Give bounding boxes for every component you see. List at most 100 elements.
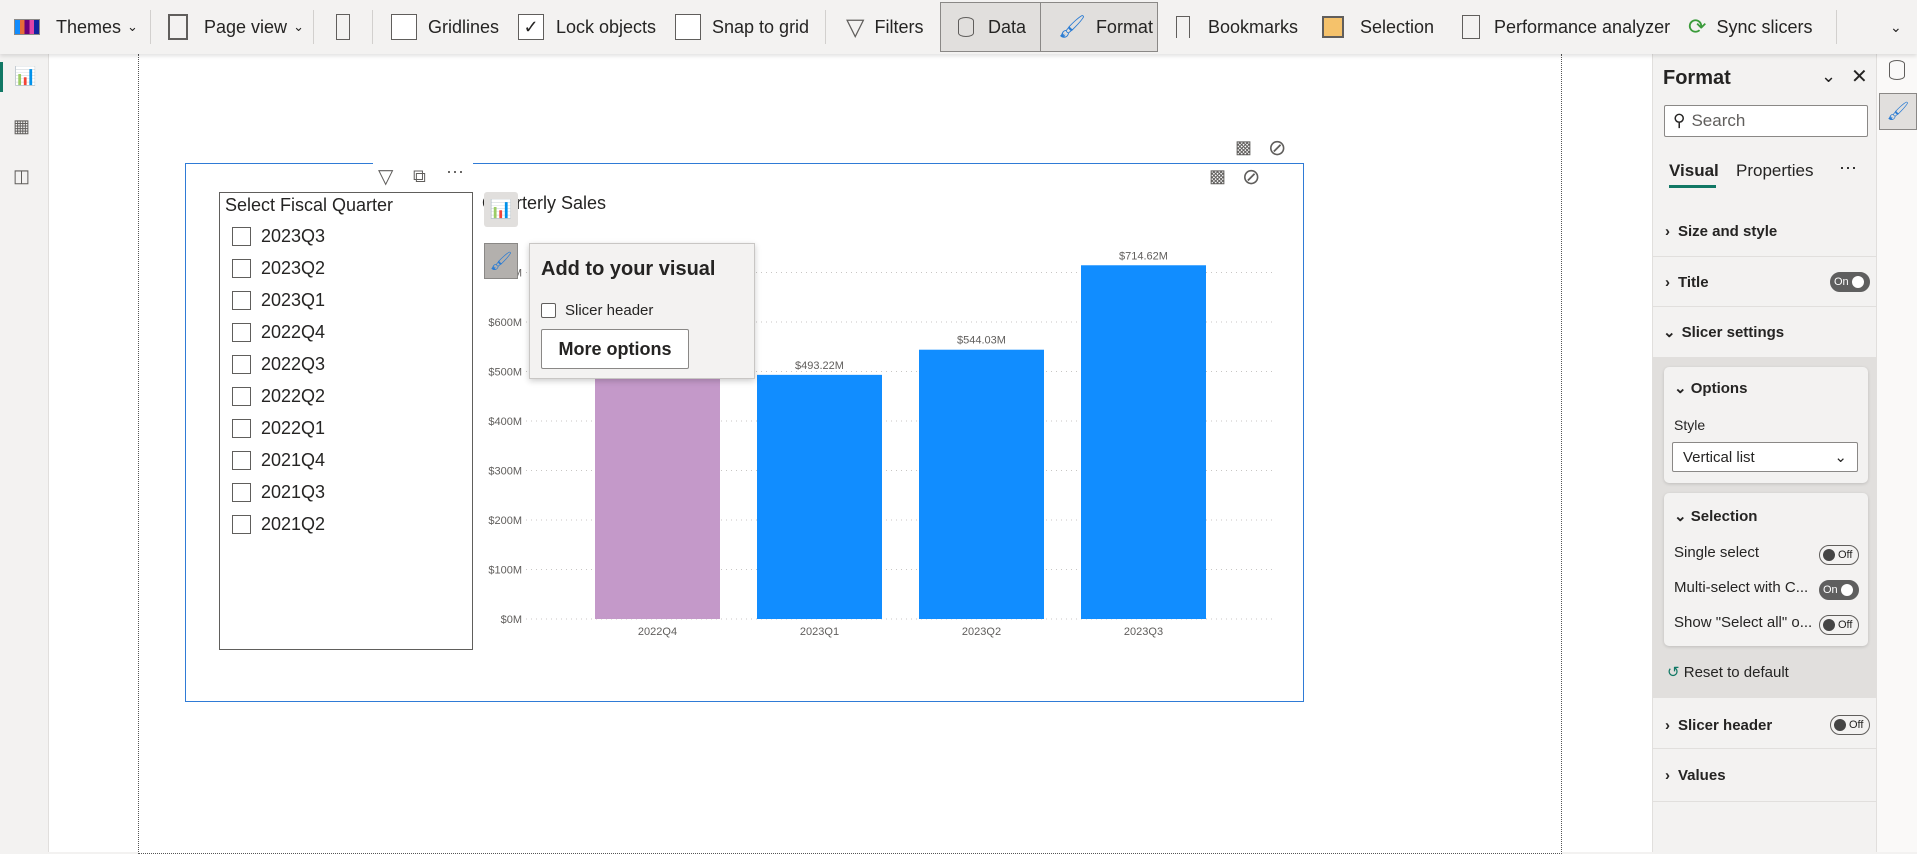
pane-title: Format [1663,67,1731,89]
mobile-layout-button[interactable] [336,0,350,54]
prohibited-icon[interactable]: ⊘ [1268,135,1286,161]
page-view-button[interactable]: Page view ⌄ [168,0,304,54]
slicer-item-checkbox[interactable] [232,227,251,246]
section-size-and-style[interactable]: › Size and style [1653,221,1876,241]
pane-switcher-rail: 🖌 [1877,54,1917,852]
data-pane-icon[interactable] [1889,60,1905,80]
slicer-item[interactable]: 2022Q4 [232,322,325,343]
bar [1081,265,1206,619]
slicer-item-label: 2021Q2 [261,514,326,534]
more-options-button[interactable]: More options [541,329,689,369]
slicer-item-checkbox[interactable] [232,419,251,438]
section-values[interactable]: › Values [1653,765,1876,785]
search-icon: ⚲ [1673,111,1686,130]
filter-icon: ▽ [846,13,865,41]
snap-to-grid-checkbox[interactable] [675,14,701,40]
checkmark-icon: ✓ [523,16,539,37]
slicer-item[interactable]: 2021Q2 [232,514,325,535]
y-tick-label: $300M [488,466,522,478]
slicer-item-label: 2021Q3 [261,482,326,502]
phone-icon [336,14,350,40]
slicer-item[interactable]: 2021Q4 [232,450,325,471]
slicer-item[interactable]: 2022Q2 [232,386,325,407]
tab-visual[interactable]: Visual [1669,161,1719,181]
chevron-down-icon: ⌄ [1834,449,1847,466]
close-icon[interactable]: ✕ [1851,64,1868,89]
title-toggle[interactable]: On [1830,272,1870,292]
chevron-down-icon: ⌄ [293,19,304,34]
slicer-item-label: 2022Q3 [261,354,326,374]
build-visual-icon: 📊 [489,199,513,219]
sync-slicers-icon: ⟳ [1688,14,1707,39]
model-view-icon[interactable]: ◫ [13,166,30,187]
reset-to-default-button[interactable]: ↺ Reset to default [1667,663,1789,681]
collapse-chevron-icon[interactable]: ⌄ [1821,66,1836,87]
x-tick-label: 2023Q2 [962,626,1001,638]
multi-select-toggle[interactable]: On [1819,580,1859,600]
prohibited-icon[interactable]: ⊘ [1242,164,1260,190]
search-input[interactable]: ⚲ Search [1664,105,1868,137]
slicer-item[interactable]: 2022Q3 [232,354,325,375]
selection-button[interactable]: Selection [1322,0,1434,54]
x-tick-label: 2023Q3 [1124,626,1163,638]
y-tick-label: $0M [501,614,522,626]
bar [757,374,882,619]
more-options-icon[interactable]: ⋯ [1839,158,1857,179]
chevron-down-icon: ⌄ [127,19,138,34]
format-visual-button[interactable]: 🖌 [484,243,518,279]
ribbon-expand-chevron-icon[interactable]: ⌄ [1890,0,1902,54]
focus-mode-icon[interactable]: ⧉ [413,166,426,187]
x-tick-label: 2023Q1 [800,626,839,638]
selection-header[interactable]: ⌄ Selection [1674,507,1757,525]
themes-icon [14,19,40,35]
filters-button[interactable]: ▽ Filters [846,0,923,54]
build-visual-button[interactable]: 📊 [484,192,518,227]
slicer-header-checkbox[interactable] [541,303,556,318]
slicer-item[interactable]: 2021Q3 [232,482,325,503]
filter-icon[interactable]: ▽ [378,164,393,189]
performance-analyzer-icon [1462,15,1480,39]
single-select-toggle[interactable]: Off [1819,545,1859,565]
fiscal-quarter-slicer: Select Fiscal Quarter 2023Q3 2023Q2 2023Q1… [219,192,473,650]
sync-slicers-button[interactable]: ⟳ Sync slicers [1688,0,1812,54]
more-options-icon[interactable]: ⋯ [446,162,464,183]
lock-objects-checkbox[interactable]: ✓ [518,14,544,40]
slicer-item-checkbox[interactable] [232,323,251,342]
y-tick-label: $400M [488,416,522,428]
y-tick-label: $600M [488,317,522,329]
options-header[interactable]: ⌄ Options [1674,379,1747,397]
format-pane: Format ⌄ ✕ ⚲ Search Visual Properties ⋯ … [1652,54,1877,852]
slicer-header-option-label: Slicer header [565,302,654,319]
slicer-item-checkbox[interactable] [232,451,251,470]
slicer-item-checkbox[interactable] [232,259,251,278]
slicer-item-label: 2022Q2 [261,386,326,406]
bookmarks-button[interactable]: Bookmarks [1176,0,1298,54]
tab-properties[interactable]: Properties [1736,161,1813,181]
slicer-item[interactable]: 2023Q3 [232,226,325,247]
bar [919,349,1044,619]
format-brush-icon: 🖌 [1058,14,1086,39]
reset-icon: ↺ [1667,664,1680,681]
slicer-item[interactable]: 2023Q2 [232,258,325,279]
drill-icon[interactable]: ▩ [1209,166,1226,187]
slicer-item-checkbox[interactable] [232,387,251,406]
themes-button[interactable]: Themes ⌄ [14,0,138,54]
slicer-item-checkbox[interactable] [232,515,251,534]
slicer-item[interactable]: 2022Q1 [232,418,325,439]
performance-analyzer-button[interactable]: Performance analyzer [1462,0,1670,54]
data-label: $544.03M [957,335,1006,347]
slicer-item-checkbox[interactable] [232,355,251,374]
section-slicer-settings[interactable]: ⌄ Slicer settings [1653,322,1876,342]
style-dropdown[interactable]: Vertical list ⌄ [1672,442,1858,472]
slicer-item[interactable]: 2023Q1 [232,290,325,311]
data-label: $714.62M [1119,250,1168,262]
slicer-header-toggle[interactable]: Off [1830,715,1870,735]
format-pane-icon[interactable]: 🖌 [1879,93,1917,130]
drill-icon[interactable]: ▩ [1235,137,1252,158]
slicer-item-checkbox[interactable] [232,483,251,502]
table-view-icon[interactable]: ▦ [13,116,30,137]
slicer-item-checkbox[interactable] [232,291,251,310]
gridlines-checkbox[interactable] [391,14,417,40]
report-view-icon[interactable]: 📊 [14,66,36,87]
select-all-toggle[interactable]: Off [1819,615,1859,635]
